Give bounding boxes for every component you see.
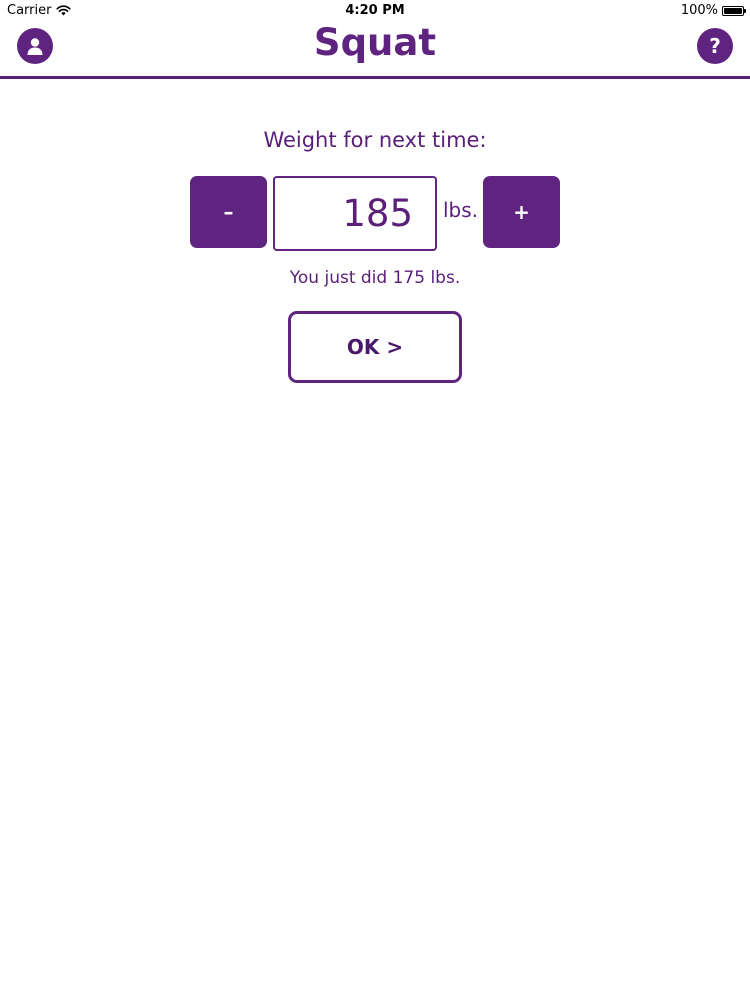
nav-bar: Squat ? bbox=[0, 22, 750, 79]
battery-fill bbox=[724, 7, 742, 14]
weight-prompt: Weight for next time: bbox=[263, 128, 487, 152]
question-icon: ? bbox=[709, 34, 721, 58]
status-bar: Carrier 4:20 PM 100% bbox=[0, 0, 750, 22]
page-title: Squat bbox=[313, 21, 437, 64]
decrement-button[interactable]: – bbox=[190, 176, 267, 248]
battery-percent: 100% bbox=[680, 3, 718, 18]
unit-label: lbs. bbox=[443, 198, 479, 222]
status-right: 100% bbox=[680, 3, 746, 18]
ok-button[interactable]: OK > bbox=[288, 311, 462, 383]
status-time: 4:20 PM bbox=[345, 3, 405, 18]
weight-input[interactable]: 185 bbox=[273, 176, 437, 251]
increment-button[interactable]: + bbox=[483, 176, 560, 248]
weight-stepper: – 185 lbs. + bbox=[190, 176, 560, 251]
battery-icon bbox=[722, 5, 746, 16]
previous-weight-note: You just did 175 lbs. bbox=[289, 268, 461, 288]
help-button[interactable]: ? bbox=[697, 28, 733, 64]
